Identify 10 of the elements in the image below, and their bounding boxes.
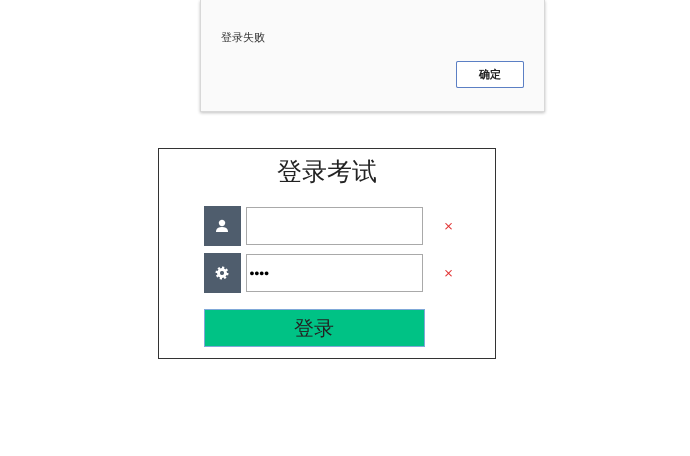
dialog-message: 登录失败 <box>221 30 265 45</box>
username-field[interactable] <box>246 207 424 245</box>
user-icon <box>204 206 242 246</box>
error-mark: × <box>443 219 454 233</box>
login-button[interactable]: 登录 <box>204 309 424 347</box>
login-title: 登录考试 <box>277 156 377 188</box>
error-mark: × <box>443 266 454 280</box>
password-field[interactable]: •••• <box>246 254 424 292</box>
ok-button[interactable]: 确定 <box>456 61 524 88</box>
gear-icon <box>204 253 242 293</box>
